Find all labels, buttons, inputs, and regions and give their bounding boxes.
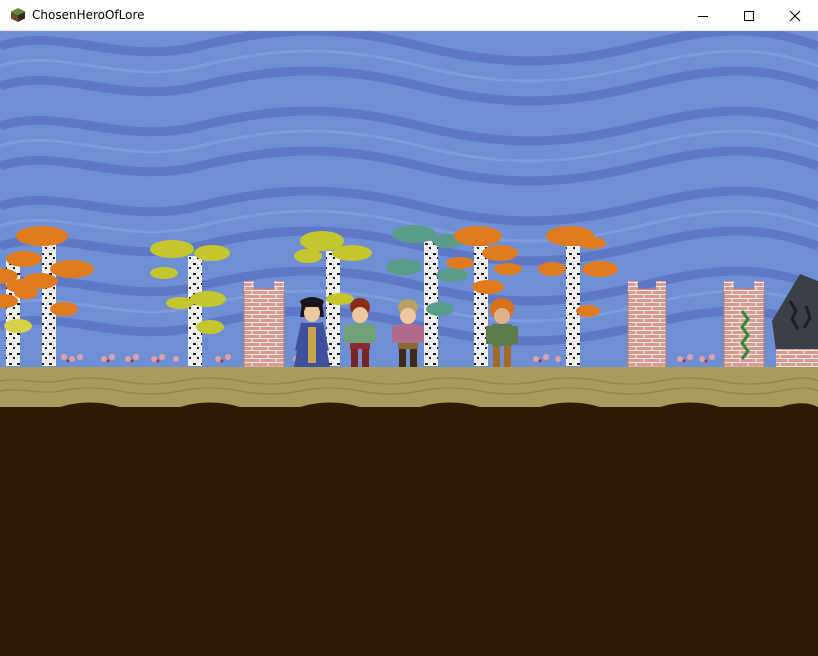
grass-strip (0, 367, 818, 407)
app-cube-icon (11, 8, 25, 22)
brick-tower-vines (723, 281, 765, 368)
close-button[interactable] (772, 0, 818, 31)
minimize-icon (698, 15, 708, 17)
maximize-button[interactable] (726, 0, 772, 31)
game-scene (0, 31, 818, 656)
game-window: ChosenHeroOfLore (0, 0, 818, 656)
title-bar[interactable]: ChosenHeroOfLore (0, 0, 818, 31)
brick-tower-2 (627, 281, 667, 368)
soil (0, 402, 818, 656)
minimize-button[interactable] (680, 0, 726, 31)
window-title: ChosenHeroOfLore (32, 8, 145, 22)
maximize-icon (744, 10, 754, 21)
game-viewport[interactable] (0, 31, 818, 656)
close-icon (789, 10, 801, 21)
brick-tower-1 (243, 281, 285, 368)
